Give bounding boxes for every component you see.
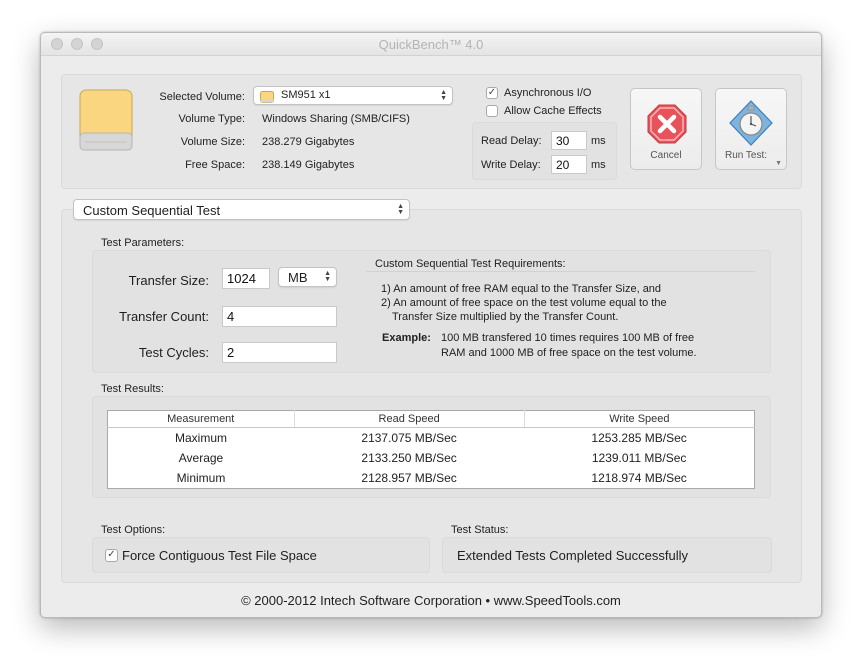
transfer-size-unit-select[interactable]: MB ▲ ▼ xyxy=(278,267,337,287)
transfer-count-label: Transfer Count: xyxy=(119,309,209,324)
read-delay-input[interactable] xyxy=(551,131,587,150)
title-bar: QuickBench™ 4.0 xyxy=(41,33,821,56)
stopwatch-icon xyxy=(728,99,774,152)
force-contiguous-label: Force Contiguous Test File Space xyxy=(122,548,317,563)
test-type-select[interactable]: Custom Sequential Test ▲ ▼ xyxy=(73,199,410,220)
transfer-size-label: Transfer Size: xyxy=(128,273,209,288)
cache-effects-label: Allow Cache Effects xyxy=(504,105,602,117)
check-icon: ✓ xyxy=(487,87,497,98)
test-options-heading: Test Options: xyxy=(101,524,166,536)
measurement-cell: Maximum xyxy=(174,431,227,445)
example-line-1: 100 MB transfered 10 times requires 100 … xyxy=(441,332,695,344)
transfer-size-unit-value: MB xyxy=(288,270,308,285)
requirement-line-1: 1) An amount of free RAM equal to the Tr… xyxy=(381,283,662,295)
example-label: Example: xyxy=(382,332,431,344)
write-speed-cell: 1239.011 MB/Sec xyxy=(591,451,687,465)
read-speed-cell: 2128.957 MB/Sec xyxy=(361,471,457,485)
test-parameters-heading: Test Parameters: xyxy=(101,237,185,249)
write-delay-input[interactable] xyxy=(551,155,587,174)
volume-select-value: SM951 x1 xyxy=(281,89,331,101)
cache-effects-checkbox[interactable] xyxy=(486,105,498,117)
window-title: QuickBench™ 4.0 xyxy=(378,37,484,52)
results-table: Measurement Read Speed Write Speed Maxim… xyxy=(107,410,755,489)
run-test-menu-arrow-icon[interactable]: ▼ xyxy=(775,160,782,167)
check-icon: ✓ xyxy=(107,549,116,560)
volume-type-value: Windows Sharing (SMB/CIFS) xyxy=(262,113,410,125)
write-delay-unit: ms xyxy=(591,159,606,171)
table-row: Average 2133.250 MB/Sec 1239.011 MB/Sec xyxy=(108,448,755,468)
volume-size-label: Volume Size: xyxy=(180,136,245,148)
write-speed-cell: 1218.974 MB/Sec xyxy=(591,471,687,485)
transfer-count-input[interactable] xyxy=(222,306,337,327)
read-delay-label: Read Delay: xyxy=(481,135,542,147)
run-test-button[interactable]: Run Test: ▼ xyxy=(715,88,787,170)
cancel-octagon-icon xyxy=(647,104,687,149)
volume-type-label: Volume Type: xyxy=(178,113,245,125)
measurement-cell: Minimum xyxy=(176,471,226,485)
table-row: Maximum 2137.075 MB/Sec 1253.285 MB/Sec xyxy=(108,428,755,449)
popup-arrows-icon: ▲ ▼ xyxy=(397,202,404,216)
requirement-line-2a: 2) An amount of free space on the test v… xyxy=(381,297,667,309)
column-header-write-speed[interactable]: Write Speed xyxy=(523,410,755,428)
cancel-button-label: Cancel xyxy=(650,150,682,161)
cancel-button[interactable]: Cancel xyxy=(630,88,702,170)
requirements-divider xyxy=(366,271,755,272)
column-header-measurement[interactable]: Measurement xyxy=(107,410,294,428)
test-results-heading: Test Results: xyxy=(101,383,164,395)
results-header-row: Measurement Read Speed Write Speed xyxy=(107,410,755,428)
free-space-label: Free Space: xyxy=(185,159,245,171)
example-line-2: RAM and 1000 MB of free space on the tes… xyxy=(441,347,697,359)
table-row: Minimum 2128.957 MB/Sec 1218.974 MB/Sec xyxy=(108,468,755,489)
copyright-footer: © 2000-2012 Intech Software Corporation … xyxy=(241,593,621,608)
free-space-value: 238.149 Gigabytes xyxy=(262,159,355,171)
delay-panel xyxy=(472,122,617,180)
async-io-checkbox[interactable]: ✓ xyxy=(486,87,498,99)
popup-arrows-icon: ▲ ▼ xyxy=(440,88,447,102)
test-status-heading: Test Status: xyxy=(451,524,509,536)
column-header-read-speed[interactable]: Read Speed xyxy=(293,410,525,428)
volume-size-value: 238.279 Gigabytes xyxy=(262,136,355,148)
test-cycles-label: Test Cycles: xyxy=(138,345,209,360)
write-speed-cell: 1253.285 MB/Sec xyxy=(591,431,687,445)
write-delay-label: Write Delay: xyxy=(481,159,541,171)
transfer-size-input[interactable] xyxy=(222,268,270,289)
requirements-heading: Custom Sequential Test Requirements: xyxy=(375,258,566,270)
force-contiguous-checkbox[interactable]: ✓ xyxy=(105,549,118,562)
test-cycles-input[interactable] xyxy=(222,342,337,363)
read-speed-cell: 2137.075 MB/Sec xyxy=(361,431,457,445)
test-type-value: Custom Sequential Test xyxy=(83,203,221,218)
volume-drive-icon xyxy=(260,90,274,108)
read-speed-cell: 2133.250 MB/Sec xyxy=(361,451,457,465)
app-window: QuickBench™ 4.0 Selected Volume: SM951 x… xyxy=(40,32,822,618)
popup-arrows-icon: ▲ ▼ xyxy=(324,270,331,283)
test-status-value: Extended Tests Completed Successfully xyxy=(457,548,688,563)
async-io-label: Asynchronous I/O xyxy=(504,87,592,99)
selected-volume-label: Selected Volume: xyxy=(159,91,245,103)
requirement-line-2b: Transfer Size multiplied by the Transfer… xyxy=(392,311,619,323)
volume-select[interactable]: SM951 x1 ▲ ▼ xyxy=(253,86,453,105)
run-test-button-label: Run Test: xyxy=(724,150,768,161)
measurement-cell: Average xyxy=(178,451,224,465)
read-delay-unit: ms xyxy=(591,135,606,147)
